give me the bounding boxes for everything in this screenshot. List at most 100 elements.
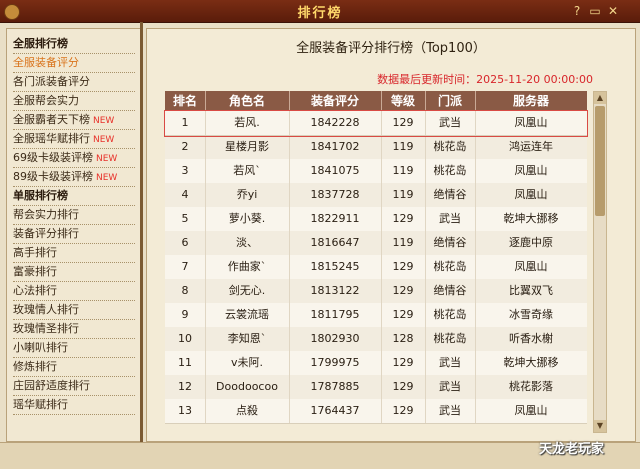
cell-rank: 7 (165, 255, 206, 279)
cell-sect: 武当 (425, 375, 476, 399)
help-icon[interactable]: ? (570, 4, 584, 18)
cell-level: 129 (381, 111, 426, 135)
sidebar-item-label: 修炼排行 (13, 360, 57, 373)
cell-name: 乔yi (205, 183, 290, 207)
cell-name: 若风. (205, 111, 290, 135)
table-row[interactable]: 8 剑无心. 1813122 129 绝情谷 比翼双飞 (165, 279, 587, 304)
cell-rank: 12 (165, 375, 206, 399)
cell-server: 听香水榭 (509, 332, 553, 345)
header-rank[interactable]: 排名 (165, 91, 206, 111)
sidebar-item[interactable]: 帮会实力排行 (13, 206, 135, 225)
cell-score: 1802930 (289, 327, 382, 351)
header-name[interactable]: 角色名 (205, 91, 290, 111)
page-title: 全服装备评分排行榜（Top100） (296, 41, 486, 56)
cell-name: 淡、 (205, 231, 290, 255)
cell-server: 比翼双飞 (509, 284, 553, 297)
sidebar-item-label: 全服装备评分 (13, 56, 79, 69)
table-row[interactable]: 6 淡、 1816647 119 绝情谷 逐鹿中原 (165, 231, 587, 256)
table-row[interactable]: 9 云裳流瑶 1811795 129 桃花岛 冰雪奇缘 (165, 303, 587, 328)
cell-server: 逐鹿中原 (509, 236, 553, 249)
sidebar-item-label: 玫瑰情人排行 (13, 303, 79, 316)
sidebar-item[interactable]: 全服霸者天下榜 NEW (13, 111, 135, 130)
cell-name: 剑无心. (205, 279, 290, 303)
sidebar-item-label: 高手排行 (13, 246, 57, 259)
sidebar-item[interactable]: 富豪排行 (13, 263, 135, 282)
sidebar-item[interactable]: 小喇叭排行 (13, 339, 135, 358)
minimize-icon[interactable]: ▭ (588, 4, 602, 18)
cell-server: 凤凰山 (514, 404, 548, 417)
sidebar-item-label: 各门派装备评分 (13, 75, 90, 88)
cell-score: 1837728 (289, 183, 382, 207)
cell-score: 1787885 (289, 375, 382, 399)
cell-score: 1813122 (289, 279, 382, 303)
sidebar-item[interactable]: 全服瑶华赋排行 NEW (13, 130, 135, 149)
cell-server: 凤凰山 (514, 116, 548, 129)
cell-sect: 桃花岛 (425, 159, 476, 183)
sidebar-item[interactable]: 心法排行 (13, 282, 135, 301)
scrollbar[interactable]: ▲ ▼ (593, 91, 607, 433)
scroll-down-icon[interactable]: ▼ (594, 420, 606, 432)
table-row[interactable]: 3 若风` 1841075 119 桃花岛 凤凰山 (165, 159, 587, 184)
cell-name: v未阿. (205, 351, 290, 375)
sidebar-item[interactable]: 高手排行 (13, 244, 135, 263)
watermark: 天龙老玩家 (539, 442, 605, 457)
cell-sect: 桃花岛 (425, 255, 476, 279)
sidebar-item[interactable]: 玫瑰情人排行 (13, 301, 135, 320)
header-level[interactable]: 等级 (381, 91, 426, 111)
sidebar-item[interactable]: 89级卡级装评榜 NEW (13, 168, 135, 187)
sidebar-item[interactable]: 玫瑰情圣排行 (13, 320, 135, 339)
cell-level: 119 (381, 135, 426, 159)
sidebar-item[interactable]: 全服帮会实力 (13, 92, 135, 111)
sidebar-item[interactable]: 69级卡级装评榜 NEW (13, 149, 135, 168)
table-header: 排名 角色名 装备评分 等级 门派 服务器 (165, 91, 587, 111)
sidebar-item-label: 全服霸者天下榜 (13, 113, 90, 126)
cell-level: 129 (381, 399, 426, 423)
cell-rank: 11 (165, 351, 206, 375)
table-row[interactable]: 1 若风. 1842228 129 武当 凤凰山 (164, 110, 588, 137)
header-score[interactable]: 装备评分 (289, 91, 382, 111)
new-badge: NEW (96, 173, 118, 183)
cell-server: 冰雪奇缘 (509, 308, 553, 321)
sidebar: 全服排行榜 全服装备评分 各门派装备评分 全服帮会实力 全服霸者天下榜 NEW 全服瑶华赋排… (6, 28, 141, 442)
cell-sect: 桃花岛 (425, 303, 476, 327)
new-badge: NEW (93, 116, 115, 126)
sidebar-item[interactable]: 全服装备评分 (13, 54, 135, 73)
table-row[interactable]: 12 Doodoocoo 1787885 129 武当 桃花影落 (165, 375, 587, 400)
sidebar-item[interactable]: 修炼排行 (13, 358, 135, 377)
header-server[interactable]: 服务器 (475, 91, 587, 111)
sidebar-item-label: 全服排行榜 (13, 37, 68, 50)
sidebar-item[interactable]: 各门派装备评分 (13, 73, 135, 92)
table-row[interactable]: 11 v未阿. 1799975 129 武当 乾坤大挪移 (165, 351, 587, 376)
table-row[interactable]: 13 点殺 1764437 129 武当 凤凰山 (165, 399, 587, 424)
cell-score: 1841075 (289, 159, 382, 183)
new-badge: NEW (96, 154, 118, 164)
cell-score: 1841702 (289, 135, 382, 159)
table-row[interactable]: 10 李知恩` 1802930 128 桃花岛 听香水榭 (165, 327, 587, 352)
sidebar-item-label: 89级卡级装评榜 (13, 170, 93, 183)
sidebar-item[interactable]: 瑶华赋排行 (13, 396, 135, 415)
table-row[interactable]: 2 星楼月影 1841702 119 桃花岛 鸿运连年 (165, 135, 587, 160)
cell-level: 119 (381, 231, 426, 255)
table-row[interactable]: 7 作曲家` 1815245 129 桃花岛 凤凰山 (165, 255, 587, 280)
sidebar-item-label: 富豪排行 (13, 265, 57, 278)
scroll-up-icon[interactable]: ▲ (594, 92, 606, 104)
cell-rank: 9 (165, 303, 206, 327)
cell-server: 鸿运连年 (509, 140, 553, 153)
cell-sect: 绝情谷 (425, 279, 476, 303)
scroll-thumb[interactable] (595, 106, 605, 216)
sidebar-item[interactable]: 装备评分排行 (13, 225, 135, 244)
title-bar[interactable]: 排行榜 ? ▭ ✕ (0, 0, 640, 23)
cell-rank: 2 (165, 135, 206, 159)
sidebar-item[interactable]: 庄园舒适度排行 (13, 377, 135, 396)
header-sect[interactable]: 门派 (425, 91, 476, 111)
sidebar-item-label: 瑶华赋排行 (13, 398, 68, 411)
cell-level: 129 (381, 279, 426, 303)
table-row[interactable]: 5 萝小葵. 1822911 129 武当 乾坤大挪移 (165, 207, 587, 232)
cell-server: 凤凰山 (514, 188, 548, 201)
cell-sect: 武当 (425, 351, 476, 375)
sidebar-item-label: 全服帮会实力 (13, 94, 79, 107)
close-icon[interactable]: ✕ (606, 4, 620, 18)
cell-sect: 绝情谷 (425, 183, 476, 207)
table-row[interactable]: 4 乔yi 1837728 119 绝情谷 凤凰山 (165, 183, 587, 208)
cell-server: 桃花影落 (509, 380, 553, 393)
